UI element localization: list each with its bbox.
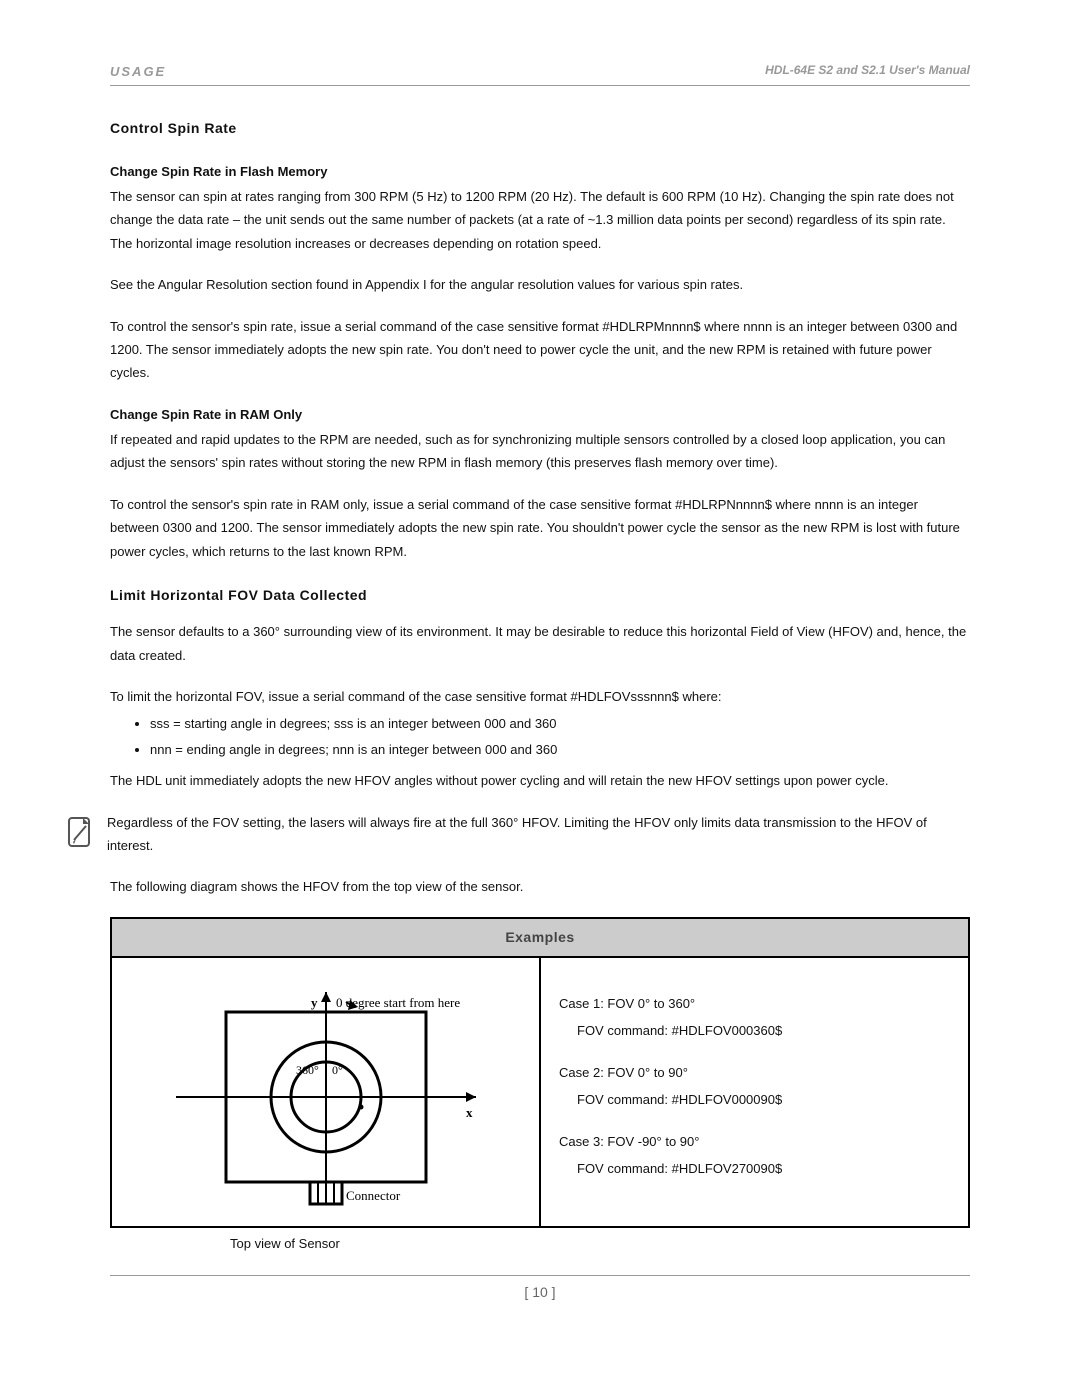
examples-table: Examples: [110, 917, 970, 1228]
header-section-label: USAGE: [110, 60, 166, 83]
sub-ram-only: Change Spin Rate in RAM Only: [110, 403, 970, 426]
case-line: Case 2: FOV 0° to 90°: [559, 1061, 950, 1084]
list-item: sss = starting angle in degrees; sss is …: [150, 712, 970, 735]
running-header: USAGE HDL-64E S2 and S2.1 User's Manual: [110, 60, 970, 86]
sub-flash-memory: Change Spin Rate in Flash Memory: [110, 160, 970, 183]
section-control-spin-rate: Control Spin Rate: [110, 116, 970, 141]
note-row: Regardless of the FOV setting, the laser…: [110, 811, 970, 858]
diagram-y-label: y: [311, 995, 318, 1010]
body-text: To control the sensor's spin rate, issue…: [110, 315, 970, 385]
body-text: The sensor defaults to a 360° surroundin…: [110, 620, 970, 667]
body-text: See the Angular Resolution section found…: [110, 273, 970, 296]
case-line: Case 1: FOV 0° to 360°: [559, 992, 950, 1015]
note-text: Regardless of the FOV setting, the laser…: [107, 811, 970, 858]
diagram-caption: Top view of Sensor: [230, 1232, 970, 1255]
body-text: To limit the horizontal FOV, issue a ser…: [110, 685, 970, 708]
header-manual-title: HDL-64E S2 and S2.1 User's Manual: [765, 60, 970, 83]
diagram-360-label: 360°: [296, 1063, 319, 1077]
body-text: To control the sensor's spin rate in RAM…: [110, 493, 970, 563]
body-text: The following diagram shows the HFOV fro…: [110, 875, 970, 898]
diagram-connector-label: Connector: [346, 1188, 401, 1203]
case-line: FOV command: #HDLFOV000090$: [577, 1088, 950, 1111]
bullet-list: sss = starting angle in degrees; sss is …: [150, 712, 970, 761]
case-line: FOV command: #HDLFOV000360$: [577, 1019, 950, 1042]
case-line: Case 3: FOV -90° to 90°: [559, 1130, 950, 1153]
case-line: FOV command: #HDLFOV270090$: [577, 1157, 950, 1180]
list-item: nnn = ending angle in degrees; nnn is an…: [150, 738, 970, 761]
section-limit-hfov: Limit Horizontal FOV Data Collected: [110, 583, 970, 608]
body-text: The sensor can spin at rates ranging fro…: [110, 185, 970, 255]
diagram-cell: y 0 degree start from here 360° 0° x Con…: [111, 957, 540, 1227]
sensor-top-view-diagram: y 0 degree start from here 360° 0° x Con…: [156, 972, 496, 1212]
examples-cases-cell: Case 1: FOV 0° to 360° FOV command: #HDL…: [540, 957, 969, 1227]
body-text: The HDL unit immediately adopts the new …: [110, 769, 970, 792]
page-number: [ 10 ]: [110, 1275, 970, 1305]
diagram-x-label: x: [466, 1105, 473, 1120]
diagram-0-label: 0°: [332, 1063, 343, 1077]
table-header-examples: Examples: [111, 918, 969, 957]
diagram-start-label: 0 degree start from here: [336, 995, 460, 1010]
body-text: If repeated and rapid updates to the RPM…: [110, 428, 970, 475]
note-icon: [65, 815, 95, 851]
